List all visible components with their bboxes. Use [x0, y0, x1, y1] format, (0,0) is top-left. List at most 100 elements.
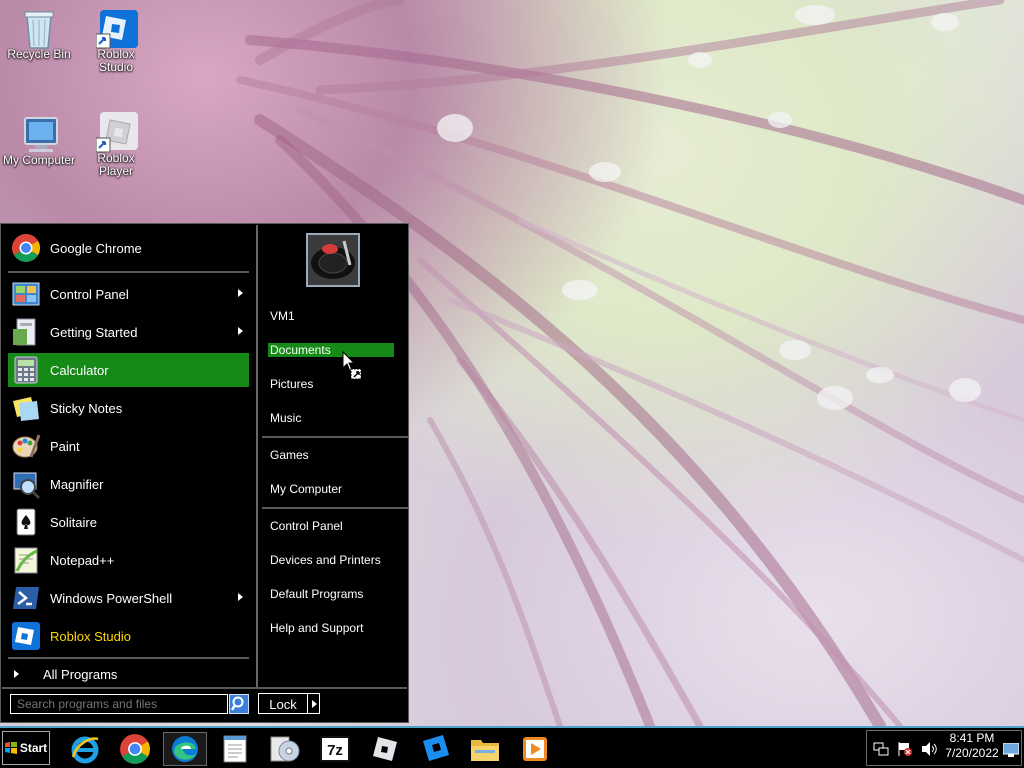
taskbar-media-player[interactable] — [513, 732, 557, 766]
start-item-label: Calculator — [50, 362, 109, 378]
start-menu-places-pane: VM1 Documents Pictures Music Games My Co… — [256, 225, 410, 687]
sticky-notes-icon — [11, 393, 41, 423]
recycle-bin-icon — [19, 6, 59, 49]
disc-burner-icon — [270, 736, 300, 762]
start-item-label: Magnifier — [50, 476, 104, 492]
places-item-my-computer[interactable]: My Computer — [268, 482, 394, 496]
start-item-label: Notepad++ — [50, 552, 115, 568]
start-menu: Google Chrome Control Panel Getting Star… — [0, 223, 409, 723]
start-item-windows-powershell[interactable]: Windows PowerShell — [8, 581, 249, 615]
taskbar-notepad[interactable] — [213, 732, 257, 766]
user-picture[interactable] — [306, 233, 360, 287]
places-item-user[interactable]: VM1 — [268, 309, 394, 323]
taskbar-edge[interactable] — [163, 732, 207, 766]
taskbar-roblox-studio[interactable] — [413, 732, 457, 766]
start-item-notepadpp[interactable]: Notepad++ — [8, 543, 249, 577]
getting-started-icon — [11, 317, 41, 347]
divider — [8, 271, 249, 273]
7zip-icon: 7z — [320, 736, 350, 762]
notepad-icon — [223, 735, 247, 763]
taskbar-roblox[interactable] — [363, 732, 407, 766]
roblox-player-icon — [95, 110, 138, 153]
desktop-icon-my-computer[interactable]: My Computer — [0, 112, 78, 167]
file-explorer-icon — [471, 740, 499, 761]
start-item-getting-started[interactable]: Getting Started — [8, 315, 249, 349]
start-menu-programs-pane: Google Chrome Control Panel Getting Star… — [2, 225, 254, 687]
start-item-label: Getting Started — [50, 324, 138, 340]
all-programs-label: All Programs — [43, 666, 118, 682]
clock-time[interactable]: 8:41 PM — [937, 731, 1007, 745]
start-item-label: Solitaire — [50, 514, 97, 530]
start-item-label: Control Panel — [50, 286, 129, 302]
start-label: Start — [19, 741, 48, 755]
submenu-arrow-icon — [238, 327, 243, 335]
my-computer-icon — [19, 112, 59, 152]
solitaire-icon — [11, 507, 41, 537]
places-item-documents[interactable]: Documents — [268, 343, 394, 357]
control-panel-icon — [11, 279, 41, 309]
desktop-icon-recycle-bin[interactable]: Recycle Bin — [0, 6, 78, 61]
start-item-label: Roblox Studio — [50, 628, 131, 644]
powershell-icon — [11, 583, 41, 613]
start-item-control-panel[interactable]: Control Panel — [8, 277, 249, 311]
all-programs-button[interactable]: All Programs — [8, 663, 249, 685]
taskbar-disc-burner[interactable] — [263, 732, 307, 766]
places-item-help-and-support[interactable]: Help and Support — [268, 621, 394, 635]
roblox-studio-icon — [95, 6, 138, 49]
submenu-arrow-icon — [238, 289, 243, 297]
action-center-flag-icon[interactable] — [897, 741, 913, 757]
start-item-calculator[interactable]: Calculator — [8, 353, 249, 387]
paint-icon — [11, 431, 41, 461]
roblox-studio-icon — [423, 735, 449, 761]
start-item-paint[interactable]: Paint — [8, 429, 249, 463]
places-item-games[interactable]: Games — [268, 448, 394, 462]
desktop-icon-label: Studio — [98, 60, 134, 74]
turntable-icon — [308, 235, 358, 285]
chrome-icon — [11, 233, 41, 263]
media-player-icon — [523, 737, 547, 761]
divider — [262, 436, 408, 438]
submenu-arrow-icon — [238, 593, 243, 601]
start-item-magnifier[interactable]: Magnifier — [8, 467, 249, 501]
clock-date[interactable]: 7/20/2022 — [937, 746, 1007, 760]
taskbar-internet-explorer[interactable] — [63, 732, 107, 766]
start-item-label: Sticky Notes — [50, 400, 123, 416]
search-icon — [230, 696, 244, 711]
edge-icon — [172, 736, 198, 762]
internet-explorer-icon — [71, 736, 99, 764]
taskbar-chrome[interactable] — [113, 732, 157, 766]
start-button[interactable]: Start — [2, 731, 50, 765]
taskbar-7zip[interactable]: 7z — [313, 732, 357, 766]
search-button[interactable] — [229, 694, 249, 714]
windows-logo-icon — [4, 742, 17, 754]
desktop-icon-roblox-studio[interactable]: Roblox Studio — [77, 6, 155, 74]
mouse-cursor-icon — [342, 351, 362, 380]
divider — [262, 507, 408, 509]
calculator-icon — [11, 355, 41, 385]
desktop-icon-roblox-player[interactable]: Roblox Player — [77, 110, 155, 178]
chrome-icon — [120, 734, 150, 764]
start-item-label: Google Chrome — [50, 240, 142, 256]
start-item-label: Windows PowerShell — [50, 590, 173, 606]
start-item-roblox-studio[interactable]: Roblox Studio — [8, 619, 249, 653]
start-item-sticky-notes[interactable]: Sticky Notes — [8, 391, 249, 425]
network-icon[interactable] — [873, 741, 889, 757]
svg-text:7z: 7z — [327, 742, 343, 759]
lock-options-button[interactable] — [307, 693, 320, 714]
places-item-pictures[interactable]: Pictures — [268, 377, 394, 391]
lock-button[interactable]: Lock — [258, 693, 308, 714]
places-item-devices-and-printers[interactable]: Devices and Printers — [268, 553, 394, 567]
desktop-icon-label: Player — [98, 164, 133, 178]
divider — [8, 657, 249, 659]
places-item-default-programs[interactable]: Default Programs — [268, 587, 394, 601]
start-menu-bottom-bar: Lock — [2, 687, 407, 723]
roblox-studio-icon — [11, 621, 41, 651]
start-item-solitaire[interactable]: Solitaire — [8, 505, 249, 539]
taskbar-file-explorer[interactable] — [463, 732, 507, 766]
start-item-google-chrome[interactable]: Google Chrome — [8, 231, 249, 265]
places-item-music[interactable]: Music — [268, 411, 394, 425]
places-item-control-panel[interactable]: Control Panel — [268, 519, 394, 533]
taskbar: Start 7z — [0, 726, 1024, 768]
search-input[interactable] — [10, 694, 228, 714]
chevron-right-icon — [14, 670, 19, 678]
